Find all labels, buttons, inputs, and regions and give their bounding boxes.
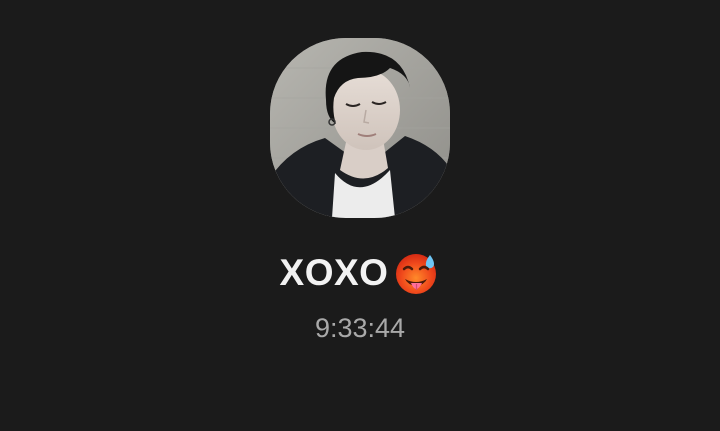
hot-face-emoji <box>396 254 437 294</box>
caller-name: XOXO <box>279 252 389 293</box>
call-screen: XOXO 9:33:44 <box>0 0 720 431</box>
call-duration-timer: 9:33:44 <box>314 313 406 343</box>
contact-avatar <box>270 38 450 218</box>
contact-photo <box>270 38 450 218</box>
caller-info: XOXO <box>0 248 720 298</box>
